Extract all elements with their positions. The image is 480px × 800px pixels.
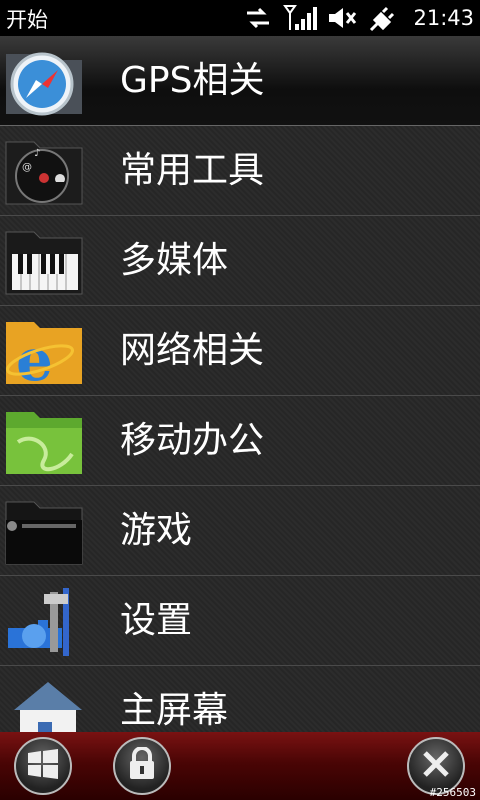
menu-item-label: GPS相关 (120, 60, 265, 101)
status-bar: 开始 21:43 (0, 0, 480, 36)
lock-icon (128, 746, 156, 785)
svg-text:♪: ♪ (34, 148, 40, 159)
program-menu: GPS相关 @ ♪ 常用工具 多媒体 e 网络相关 移动办公 游戏 设置 主屏幕 (0, 36, 480, 732)
soft-key-bar: #256503 (0, 732, 480, 800)
start-button[interactable] (14, 737, 72, 795)
menu-item-home[interactable]: 主屏幕 (0, 666, 480, 732)
internet-explorer-icon: e (4, 314, 86, 394)
svg-text:@: @ (22, 162, 32, 173)
clock: 21:43 (413, 6, 474, 30)
image-watermark: #256503 (429, 786, 476, 799)
menu-item-gps[interactable]: GPS相关 (0, 36, 480, 126)
volume-muted-icon (327, 5, 357, 31)
piano-keyboard-icon (4, 224, 86, 298)
menu-item-label: 常用工具 (120, 150, 265, 191)
menu-item-label: 网络相关 (120, 330, 265, 371)
green-folder-icon (4, 404, 86, 478)
menu-item-label: 移动办公 (120, 420, 265, 461)
dashboard-icon: @ ♪ (4, 134, 86, 208)
menu-item-settings[interactable]: 设置 (0, 576, 480, 666)
close-icon (421, 749, 451, 783)
menu-item-tools[interactable]: @ ♪ 常用工具 (0, 126, 480, 216)
home-icon (4, 674, 86, 732)
menu-item-mobile-office[interactable]: 移动办公 (0, 396, 480, 486)
menu-item-network[interactable]: e 网络相关 (0, 306, 480, 396)
game-folder-icon (4, 494, 86, 568)
data-sync-icon (243, 6, 273, 30)
menu-item-label: 设置 (120, 600, 193, 641)
start-title[interactable]: 开始 (6, 4, 48, 34)
tools-settings-icon (4, 584, 86, 658)
menu-item-label: 多媒体 (120, 240, 229, 281)
menu-item-multimedia[interactable]: 多媒体 (0, 216, 480, 306)
status-icons: 21:43 (243, 0, 474, 36)
signal-strength-icon (283, 4, 318, 32)
safari-compass-icon (4, 44, 86, 118)
menu-item-label: 游戏 (120, 510, 193, 551)
charging-plug-icon (367, 4, 397, 32)
menu-item-label: 主屏幕 (120, 690, 229, 731)
windows-start-icon (26, 749, 60, 783)
lock-button[interactable] (113, 737, 171, 795)
menu-item-games[interactable]: 游戏 (0, 486, 480, 576)
